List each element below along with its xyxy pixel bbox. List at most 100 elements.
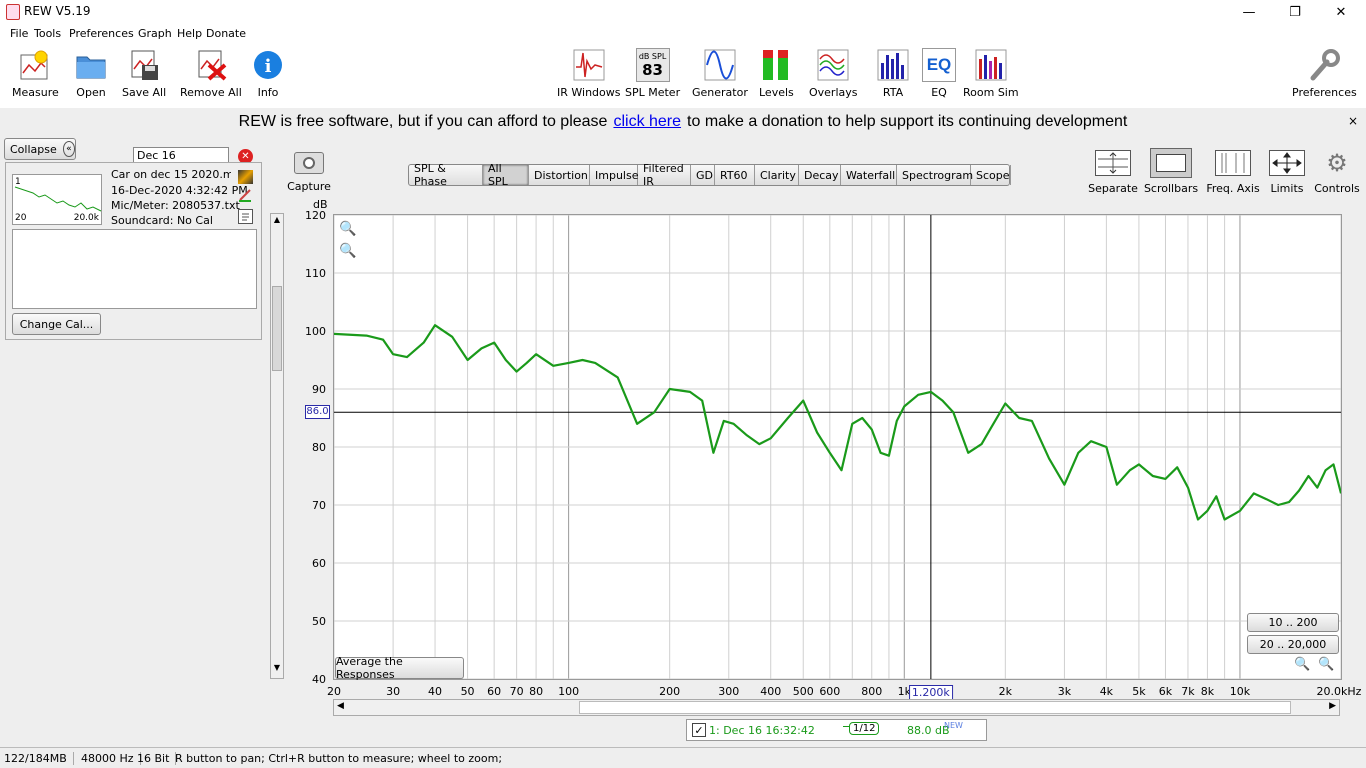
x-tick-label: 7k	[1181, 685, 1195, 698]
scroll-right-icon[interactable]: ▶	[1329, 701, 1336, 711]
spl-meter-button[interactable]: dB SPL 83 SPL Meter	[625, 48, 680, 99]
tab-rt60[interactable]: RT60	[715, 165, 755, 185]
scroll-thumb[interactable]	[272, 286, 282, 371]
limits-button[interactable]: Limits	[1267, 150, 1307, 195]
menu-graph[interactable]: Graph	[138, 27, 172, 40]
chevron-left-icon: «	[62, 141, 75, 157]
notes-icon[interactable]	[238, 209, 253, 224]
remove-all-button[interactable]: Remove All	[180, 48, 242, 99]
save-all-button[interactable]: Save All	[122, 48, 166, 99]
maximize-button[interactable]: ❐	[1272, 0, 1318, 24]
x-tick-label: 10k	[1229, 685, 1251, 698]
menu-donate[interactable]: Donate	[206, 27, 246, 40]
x-cursor-readout: 1.200k	[908, 685, 953, 700]
generator-button[interactable]: Generator	[692, 48, 748, 99]
measurement-file-name: Car on dec 15 2020.mdat	[111, 168, 231, 181]
menu-preferences[interactable]: Preferences	[69, 27, 134, 40]
controls-label: Controls	[1314, 182, 1360, 195]
trace-checkbox[interactable]: ✓	[692, 723, 706, 737]
overlays-button[interactable]: Overlays	[809, 48, 858, 99]
pen-icon[interactable]	[238, 188, 253, 202]
trace-label[interactable]: 1: Dec 16 16:32:42	[709, 724, 815, 737]
zoom-out-y-icon[interactable]: 🔍	[339, 243, 356, 259]
scroll-up-icon[interactable]: ▲	[272, 215, 282, 229]
spl-badge-value: 83	[642, 60, 663, 79]
eq-label: EQ	[931, 86, 947, 99]
zoom-in-y-icon[interactable]: 🔍	[339, 221, 356, 237]
average-responses-button[interactable]: Average the Responses	[335, 655, 464, 681]
eq-button[interactable]: EQ EQ	[922, 48, 956, 99]
tab-impulse[interactable]: Impulse	[590, 165, 638, 185]
tab-decay[interactable]: Decay	[799, 165, 841, 185]
x-tick-label: 4k	[1099, 685, 1114, 698]
scrollbars-button[interactable]: Scrollbars	[1144, 148, 1198, 195]
hscroll-thumb[interactable]	[579, 701, 1291, 714]
x-tick-label: 30	[386, 685, 401, 698]
donate-close-icon[interactable]: ×	[1348, 114, 1358, 128]
zoom-out-x-icon[interactable]: 🔍	[1294, 657, 1310, 672]
status-memory: 122/184MB	[4, 752, 74, 765]
measure-button[interactable]: Measure	[12, 48, 59, 99]
tab-spectrogram[interactable]: Spectrogram	[897, 165, 973, 185]
ir-windows-button[interactable]: IR Windows	[557, 48, 621, 99]
separate-button[interactable]: Separate	[1088, 150, 1138, 195]
x-tick-label: 3k	[1057, 685, 1072, 698]
measurement-datetime: 16-Dec-2020 4:32:42 PM	[111, 184, 248, 197]
spl-graph[interactable]: 🔍 🔍 Average the Responses 10 .. 200 20 .…	[333, 214, 1342, 681]
measurement-notes[interactable]	[12, 229, 257, 309]
freq-axis-button[interactable]: Freq. Axis	[1206, 150, 1260, 195]
thumb-max: 20.0k	[73, 213, 99, 223]
x-tick-label: 70	[509, 685, 524, 698]
trace-legend: ✓ 1: Dec 16 16:32:42 1/12 88.0 dB NEW	[686, 719, 987, 741]
room-sim-button[interactable]: Room Sim	[963, 48, 1019, 99]
menu-help[interactable]: Help	[177, 27, 202, 40]
x-tick-label: 600	[819, 685, 841, 698]
window-title: REW V5.19	[24, 4, 91, 18]
generator-label: Generator	[692, 86, 748, 99]
change-cal-button[interactable]: Change Cal...	[12, 313, 101, 335]
range-10-200-button[interactable]: 10 .. 200	[1247, 613, 1339, 632]
tab-clarity[interactable]: Clarity	[755, 165, 799, 185]
scroll-left-icon[interactable]: ◀	[337, 701, 344, 711]
donate-link[interactable]: click here	[613, 113, 681, 131]
panel-scrollbar[interactable]: ▲ ▼	[270, 213, 284, 679]
controls-button[interactable]: ⚙ Controls	[1314, 149, 1360, 195]
spl-trace-1	[334, 324, 1341, 521]
y-tick-label: 100	[305, 325, 326, 338]
info-button[interactable]: i Info	[251, 48, 285, 99]
smoothing-badge[interactable]: 1/12	[849, 722, 880, 735]
scroll-down-icon[interactable]: ▼	[272, 663, 282, 677]
graph-hscroll[interactable]: ◀ ▶	[333, 699, 1340, 716]
tab-scope[interactable]: Scope	[971, 165, 1011, 185]
measurement-thumbnail[interactable]: 1 20 20.0k	[12, 174, 102, 225]
close-button[interactable]: ✕	[1318, 0, 1364, 24]
rta-icon	[876, 48, 910, 82]
zoom-in-x-icon[interactable]: 🔍	[1318, 657, 1334, 672]
tab-gd[interactable]: GD	[691, 165, 715, 185]
levels-button[interactable]: Levels	[759, 48, 794, 99]
range-20-20000-button[interactable]: 20 .. 20,000	[1247, 635, 1339, 654]
tab-distortion[interactable]: Distortion	[529, 165, 590, 185]
remove-all-label: Remove All	[180, 86, 242, 99]
x-tick-label: 500	[792, 685, 814, 698]
tab-all-spl[interactable]: All SPL	[483, 162, 529, 188]
spl-meter-icon: dB SPL 83	[635, 48, 670, 82]
menu-tools[interactable]: Tools	[34, 27, 61, 40]
color-picker-icon[interactable]	[238, 170, 253, 184]
ir-windows-icon	[572, 48, 606, 82]
preferences-button[interactable]: Preferences	[1292, 48, 1357, 99]
y-cursor-readout: 86.0	[305, 405, 330, 419]
tab-waterfall[interactable]: Waterfall	[841, 165, 897, 185]
separate-icon	[1095, 150, 1131, 176]
room-sim-icon	[974, 48, 1008, 82]
remove-icon	[194, 48, 228, 82]
minimize-button[interactable]: —	[1226, 0, 1272, 24]
menu-file[interactable]: File	[10, 27, 28, 40]
tab-filtered-ir[interactable]: Filtered IR	[638, 162, 691, 188]
spl-graph-svg[interactable]	[334, 215, 1341, 679]
open-button[interactable]: Open	[74, 48, 108, 99]
collapse-button[interactable]: Collapse «	[4, 138, 76, 160]
capture-button[interactable]: Capture	[287, 152, 331, 193]
rta-button[interactable]: RTA	[876, 48, 910, 99]
tab-spl-phase[interactable]: SPL & Phase	[409, 162, 483, 188]
